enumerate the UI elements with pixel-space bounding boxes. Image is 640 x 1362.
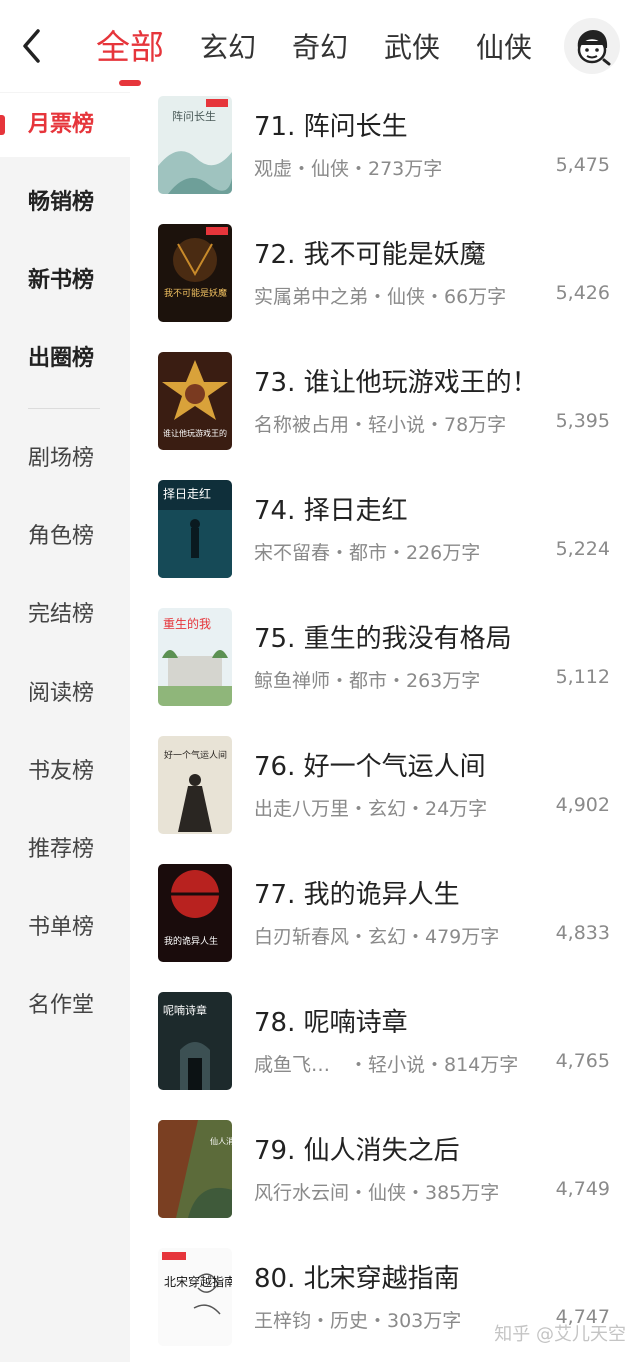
ticket-count: 5,426 [555,282,610,304]
tab-all[interactable]: 全部 [96,24,164,86]
book-meta: 鲸鱼禅师・都市・263万字 [254,670,481,692]
tab-xianxia[interactable]: 仙侠 [476,24,532,72]
svg-text:阵问长生: 阵问长生 [172,109,216,123]
svg-text:我的诡异人生: 我的诡异人生 [164,935,218,947]
svg-text:仙人消失之后: 仙人消失之后 [210,1136,232,1146]
sidebar-divider [28,408,100,409]
book-meta: 白刃斩春风・玄幻・479万字 [254,926,500,948]
book-cover: 重生的我 [158,608,232,706]
book-title: 80. 北宋穿越指南 [254,1264,460,1294]
tab-wuxia[interactable]: 武侠 [384,24,440,72]
book-meta: 观虚・仙侠・273万字 [254,158,443,180]
chevron-left-icon [23,29,40,63]
sidebar-item-bestseller[interactable]: 畅销榜 [0,171,130,235]
book-meta: 宋不留春・都市・226万字 [254,542,481,564]
book-row[interactable]: 仙人消失之后 79. 仙人消失之后 风行水云间・仙侠・385万字 4,749 [130,1116,640,1244]
book-cover: 仙人消失之后 [158,1120,232,1218]
book-title: 72. 我不可能是妖魔 [254,240,486,270]
book-title: 73. 谁让他玩游戏王的！ [254,368,538,398]
book-meta: 风行水云间・仙侠・385万字 [254,1182,500,1204]
svg-text:谁让他玩游戏王的: 谁让他玩游戏王的 [163,428,227,438]
book-row[interactable]: 我的诡异人生 77. 我的诡异人生 白刃斩春风・玄幻・479万字 4,833 [130,860,640,988]
book-title: 79. 仙人消失之后 [254,1136,460,1166]
sidebar-item-booklist[interactable]: 书单榜 [0,896,130,960]
svg-text:我不可能是妖魔: 我不可能是妖魔 [164,287,227,299]
sidebar-item-new-books[interactable]: 新书榜 [0,249,130,313]
book-row[interactable]: 重生的我 75. 重生的我没有格局 鲸鱼禅师・都市・263万字 5,112 [130,604,640,732]
cartoon-avatar-icon [577,30,611,66]
back-button[interactable] [14,26,48,66]
book-row[interactable]: 谁让他玩游戏王的 73. 谁让他玩游戏王的！ 名称被占用・轻小说・78万字 5,… [130,348,640,476]
ranking-sidebar: 月票榜 畅销榜 新书榜 出圈榜 剧场榜 角色榜 完结榜 阅读榜 书友榜 推荐榜 … [0,92,130,1362]
book-title: 76. 好一个气运人间 [254,752,486,782]
book-meta: 实属弟中之弟・仙侠・66万字 [254,286,507,308]
book-title: 75. 重生的我没有格局 [254,624,512,654]
svg-text:北宋穿越指南: 北宋穿越指南 [164,1274,232,1289]
book-cover: 好一个气运人间 [158,736,232,834]
sidebar-item-hall-of-fame[interactable]: 名作堂 [0,974,130,1038]
book-cover: 北宋穿越指南 [158,1248,232,1346]
book-row[interactable]: 呢喃诗章 78. 呢喃诗章 咸鱼飞… ・轻小说・814万字 4,765 [130,988,640,1116]
category-tabs: 全部 玄幻 奇幻 武侠 仙侠 [96,22,568,86]
book-cover: 我不可能是妖魔 [158,224,232,322]
book-title: 71. 阵问长生 [254,112,408,142]
sidebar-item-recommend[interactable]: 推荐榜 [0,818,130,882]
book-cover: 阵问长生 [158,96,232,194]
book-row[interactable]: 阵问长生 71. 阵问长生 观虚・仙侠・273万字 5,475 [130,92,640,220]
ticket-count: 5,395 [555,410,610,432]
ticket-count: 4,765 [555,1050,610,1072]
sidebar-item-completed[interactable]: 完结榜 [0,583,130,647]
svg-text:好一个气运人间: 好一个气运人间 [164,749,227,761]
book-cover: 谁让他玩游戏王的 [158,352,232,450]
sidebar-item-breakout[interactable]: 出圈榜 [0,327,130,391]
book-row[interactable]: 好一个气运人间 76. 好一个气运人间 出走八万里・玄幻・24万字 4,902 [130,732,640,860]
sidebar-item-theater[interactable]: 剧场榜 [0,427,130,491]
ticket-count: 4,749 [555,1178,610,1200]
sidebar-item-characters[interactable]: 角色榜 [0,505,130,569]
book-meta: 王梓钧・历史・303万字 [254,1310,462,1332]
tab-xuanhuan[interactable]: 玄幻 [200,24,256,72]
book-title: 78. 呢喃诗章 [254,1008,408,1038]
zhihu-watermark: 知乎 @艾儿天空 [494,1324,626,1345]
sidebar-item-book-friends[interactable]: 书友榜 [0,740,130,804]
ticket-count: 4,902 [555,794,610,816]
book-row[interactable]: 我不可能是妖魔 72. 我不可能是妖魔 实属弟中之弟・仙侠・66万字 5,426 [130,220,640,348]
book-meta: 咸鱼飞… ・轻小说・814万字 [254,1054,519,1076]
book-meta: 出走八万里・玄幻・24万字 [254,798,488,820]
svg-text:重生的我: 重生的我 [163,616,211,631]
svg-text:呢喃诗章: 呢喃诗章 [163,1003,207,1017]
ticket-count: 5,112 [555,666,610,688]
top-bar: 全部 玄幻 奇幻 武侠 仙侠 [0,0,640,92]
book-meta: 名称被占用・轻小说・78万字 [254,414,507,436]
book-ranking-list: 阵问长生 71. 阵问长生 观虚・仙侠・273万字 5,475 我不可能是妖魔 … [130,92,640,1362]
svg-text:择日走红: 择日走红 [163,486,211,501]
ticket-count: 5,224 [555,538,610,560]
book-title: 77. 我的诡异人生 [254,880,460,910]
ticket-count: 4,833 [555,922,610,944]
book-cover: 择日走红 [158,480,232,578]
tab-qihuan[interactable]: 奇幻 [292,24,348,72]
sidebar-item-monthly-ticket[interactable]: 月票榜 [0,93,130,157]
book-title: 74. 择日走红 [254,496,408,526]
avatar-button[interactable] [564,18,620,74]
ticket-count: 5,475 [555,154,610,176]
book-row[interactable]: 择日走红 74. 择日走红 宋不留春・都市・226万字 5,224 [130,476,640,604]
book-cover: 我的诡异人生 [158,864,232,962]
sidebar-item-reading[interactable]: 阅读榜 [0,662,130,726]
book-cover: 呢喃诗章 [158,992,232,1090]
